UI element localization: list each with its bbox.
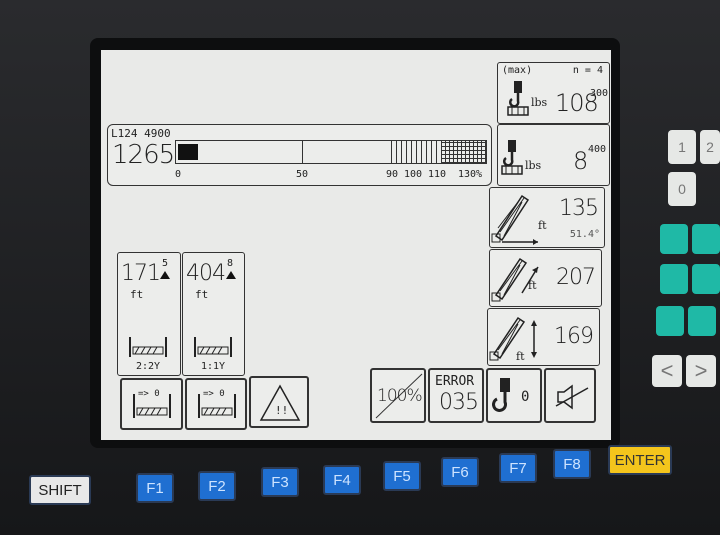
shift-key[interactable]: SHIFT: [29, 475, 91, 505]
scale-90: 90: [386, 169, 399, 180]
load-moment-value: 1265: [112, 140, 175, 170]
hook-icon: [501, 140, 523, 175]
enter-key[interactable]: ENTER: [608, 445, 672, 475]
zero-reset-button-2[interactable]: => 0: [185, 378, 247, 430]
keypad-2[interactable]: 2: [700, 130, 720, 164]
function-key-tools[interactable]: [660, 264, 688, 294]
f7-key[interactable]: F7: [499, 453, 537, 483]
f6-key[interactable]: F6: [441, 457, 479, 487]
hook-button[interactable]: 0: [486, 368, 542, 423]
level-panel-1: 171 5 ft 2:2Y: [117, 252, 181, 376]
f4-key[interactable]: F4: [323, 465, 361, 495]
speaker-muted-icon: [555, 384, 589, 410]
level-panel-1-unit: ft: [130, 288, 144, 301]
f1-key[interactable]: F1: [136, 473, 174, 503]
right-arrow-key[interactable]: >: [686, 355, 716, 387]
function-key-compass[interactable]: [688, 306, 716, 336]
scale-0: 0: [175, 169, 182, 180]
max-tag: (max): [502, 65, 533, 76]
boom-length-unit: ft: [528, 279, 537, 292]
up-arrow-icon: [226, 271, 236, 279]
function-key-jib[interactable]: [692, 224, 720, 254]
mute-button[interactable]: [544, 368, 596, 423]
error-code: 035: [439, 390, 479, 415]
load-moment-fill: [178, 144, 198, 160]
scale-130: 130%: [458, 169, 483, 180]
level-panel-1-value: 171: [121, 261, 161, 286]
boom-length-value: 207: [556, 265, 596, 290]
warning-button[interactable]: !!: [249, 376, 309, 428]
warning-zone: [391, 141, 441, 163]
hook-height-value: 169: [554, 324, 594, 349]
radius-panel: ft 135 51.4°: [489, 187, 605, 248]
svg-text:!!: !!: [275, 404, 288, 417]
outrigger-icon: [129, 337, 167, 357]
error-label: ERROR: [435, 374, 475, 389]
level-panel-2-unit: ft: [195, 288, 209, 301]
hook-height-panel: ft 169: [487, 308, 600, 366]
function-key-boom[interactable]: [660, 224, 688, 254]
actual-load-value: 8: [573, 147, 588, 175]
error-button[interactable]: ERROR 035: [428, 368, 484, 423]
zero-reset-label-1: => 0: [138, 389, 160, 399]
percent-value: 100%: [377, 386, 423, 406]
level-panel-1-ratio: 2:2Y: [136, 361, 161, 372]
function-key-edit[interactable]: [692, 264, 720, 294]
max-load-unit: lbs: [531, 96, 548, 109]
f8-key[interactable]: F8: [553, 449, 591, 479]
boom-radius-icon: [491, 194, 538, 245]
outrigger-icon: [194, 337, 232, 357]
actual-load-value-sup: 400: [588, 144, 607, 155]
warning-triangle-icon: !!: [259, 384, 301, 421]
zero-reset-button-1[interactable]: => 0: [120, 378, 183, 430]
actual-load-panel: lbs 8 400: [497, 124, 610, 186]
f3-key[interactable]: F3: [261, 467, 299, 497]
zero-reset-label-2: => 0: [203, 389, 225, 399]
boom-length-icon: [491, 257, 539, 302]
hook-height-icon: [489, 316, 537, 361]
up-arrow-icon: [160, 271, 170, 279]
level-panel-2-ratio: 1:1Y: [201, 361, 226, 372]
keypad-1[interactable]: 1: [668, 130, 696, 164]
hook-icon: [492, 378, 510, 412]
left-arrow-key[interactable]: <: [652, 355, 682, 387]
level-panel-1-sup: 5: [162, 258, 169, 269]
hook-height-unit: ft: [516, 350, 525, 363]
percent-button[interactable]: 100%: [370, 368, 426, 423]
level-panel-2-value: 404: [186, 261, 226, 286]
radius-unit: ft: [538, 219, 547, 232]
max-load-panel: (max) n = 4 lbs 108 300: [497, 62, 610, 124]
f5-key[interactable]: F5: [383, 461, 421, 491]
config-code: L124 4900: [111, 127, 171, 140]
boom-angle: 51.4°: [569, 229, 600, 240]
scale-100: 100: [404, 169, 423, 180]
load-moment-bar: [175, 140, 487, 164]
parts-of-line: n = 4: [572, 65, 603, 76]
overload-zone: [441, 141, 486, 163]
hook-count: 0: [521, 389, 530, 405]
boom-length-panel: ft 207: [489, 249, 602, 307]
scale-110: 110: [428, 169, 447, 180]
level-panel-2-sup: 8: [227, 258, 234, 269]
max-load-value-sup: 300: [590, 88, 609, 99]
keypad-0[interactable]: 0: [668, 172, 696, 206]
f2-key[interactable]: F2: [198, 471, 236, 501]
scale-50: 50: [296, 169, 309, 180]
level-panel-2: 404 8 ft 1:1Y: [182, 252, 245, 376]
actual-load-unit: lbs: [525, 159, 542, 172]
bar-tick-50: [302, 141, 303, 163]
function-key-c[interactable]: [656, 306, 684, 336]
radius-value: 135: [559, 196, 599, 221]
hook-icon: [507, 81, 529, 116]
